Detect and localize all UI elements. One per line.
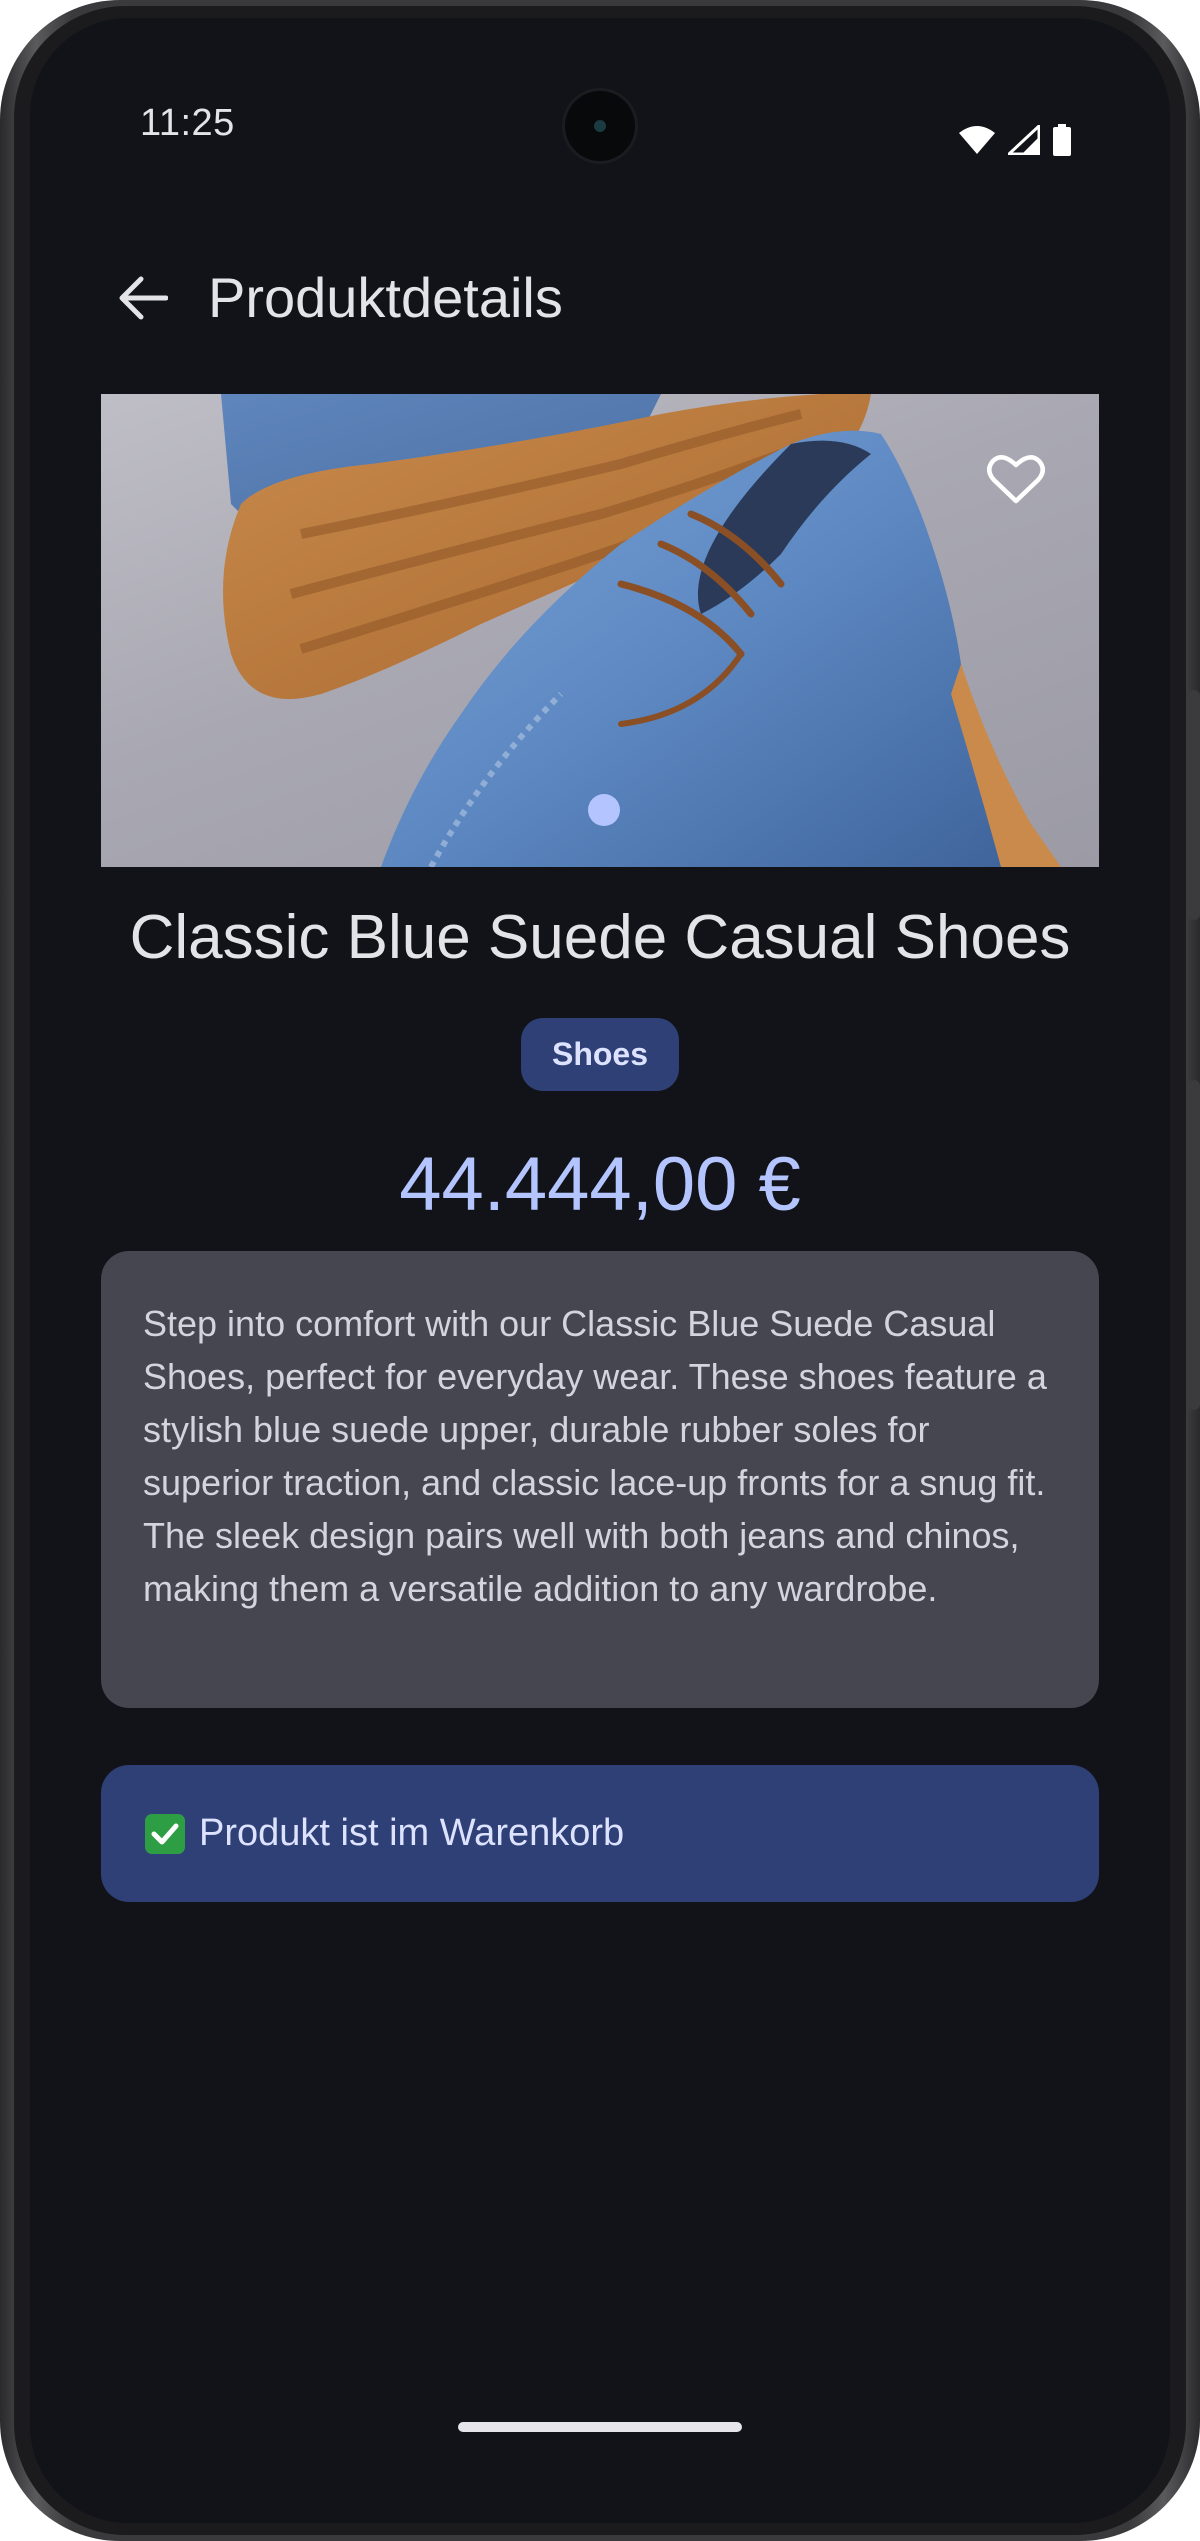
cart-status-banner: Produkt ist im Warenkorb [101, 1765, 1099, 1902]
product-title: Classic Blue Suede Casual Shoes [129, 903, 1071, 972]
arrow-back-icon [119, 276, 168, 320]
check-mark-icon [145, 1813, 185, 1854]
product-price: 44.444,00 € [399, 1142, 801, 1227]
status-bar: 11:25 [30, 18, 1170, 168]
front-camera [565, 91, 635, 161]
carousel-indicator[interactable] [588, 794, 620, 826]
product-image-carousel[interactable] [101, 394, 1099, 867]
top-app-bar: Produktdetails [30, 243, 1170, 353]
screen: 11:25 Produktdetails Classic Blue Suede … [30, 18, 1170, 2523]
phone-frame: 11:25 Produktdetails Classic Blue Suede … [0, 0, 1200, 2541]
status-time: 11:25 [140, 102, 235, 144]
status-icons [958, 124, 1072, 156]
signal-icon [1008, 125, 1040, 155]
product-description: Step into comfort with our Classic Blue … [143, 1303, 1047, 1609]
favorite-button[interactable] [981, 444, 1051, 514]
description-card: Step into comfort with our Classic Blue … [101, 1251, 1099, 1708]
power-button [1188, 690, 1200, 920]
cart-status-text: Produkt ist im Warenkorb [199, 1812, 625, 1854]
battery-icon [1053, 124, 1071, 156]
page-title: Produktdetails [208, 266, 563, 329]
back-button[interactable] [98, 253, 188, 343]
home-indicator[interactable] [458, 2422, 742, 2432]
category-chip: Shoes [521, 1018, 679, 1091]
wifi-icon [959, 126, 995, 154]
volume-button [1188, 1080, 1200, 1410]
heart-outline-icon [987, 455, 1045, 504]
